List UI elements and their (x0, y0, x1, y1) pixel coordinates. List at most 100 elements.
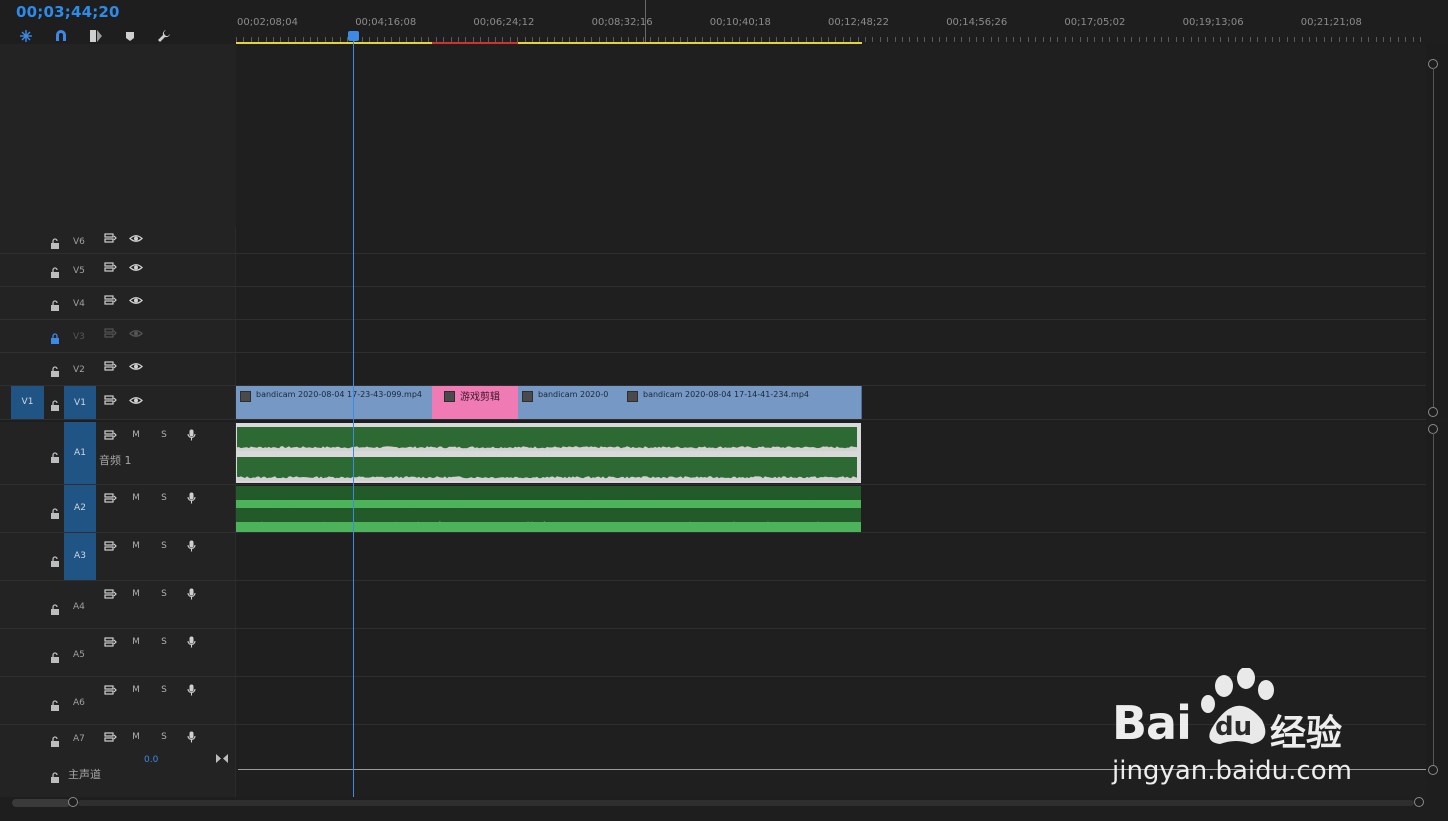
track-name[interactable]: A3 (64, 533, 96, 580)
track-lane[interactable] (236, 287, 1426, 319)
track-name[interactable]: V3 (73, 332, 85, 342)
track-name[interactable]: A1 (64, 422, 96, 484)
source-patch-v1[interactable]: V1 (11, 386, 44, 419)
sync-lock-icon[interactable] (103, 731, 117, 743)
microphone-icon[interactable] (184, 429, 198, 441)
track-lane[interactable] (236, 581, 1426, 628)
marker-icon[interactable] (122, 28, 138, 44)
sync-lock-icon[interactable] (103, 327, 117, 339)
mute-button[interactable]: M (127, 541, 145, 551)
eye-icon[interactable] (129, 294, 143, 306)
playhead-handle[interactable] (348, 31, 359, 41)
track-name[interactable]: V2 (73, 365, 85, 375)
mute-button[interactable]: M (127, 732, 145, 742)
sync-lock-icon[interactable] (103, 588, 117, 600)
video-clip[interactable]: bandicam 2020-0 (518, 386, 624, 419)
track-lane[interactable] (236, 485, 1426, 532)
lock-icon[interactable] (50, 234, 60, 249)
master-volume-value[interactable]: 0.0 (144, 755, 158, 765)
solo-button[interactable]: S (155, 589, 173, 599)
microphone-icon[interactable] (184, 540, 198, 552)
mute-button[interactable]: M (127, 637, 145, 647)
eye-icon[interactable] (129, 360, 143, 372)
track-lane[interactable] (236, 228, 1426, 253)
lock-icon[interactable] (50, 263, 60, 278)
solo-button[interactable]: S (155, 430, 173, 440)
eye-icon[interactable] (129, 232, 143, 244)
microphone-icon[interactable] (184, 492, 198, 504)
track-name[interactable]: V5 (73, 266, 85, 276)
time-ruler[interactable]: 00;02;08;04 00;04;16;08 00;06;24;12 00;08;3… (236, 0, 1426, 45)
track-lane[interactable] (236, 353, 1426, 385)
lock-icon[interactable] (50, 362, 60, 377)
track-name[interactable]: V6 (73, 237, 85, 247)
mute-button[interactable]: M (127, 685, 145, 695)
microphone-icon[interactable] (184, 588, 198, 600)
zoom-knob-right[interactable] (1414, 797, 1424, 807)
lock-icon[interactable] (50, 768, 60, 783)
audio-clip-a1[interactable] (236, 423, 861, 483)
video-clip[interactable]: bandicam 2020-08-04 17-14-41-234.mp4 (623, 386, 862, 419)
sync-lock-icon[interactable] (103, 429, 117, 441)
eye-icon[interactable] (129, 327, 143, 339)
mute-button[interactable]: M (127, 589, 145, 599)
lock-icon[interactable] (50, 296, 60, 311)
sync-lock-icon[interactable] (103, 261, 117, 273)
snap-icon[interactable] (18, 28, 34, 44)
lock-icon[interactable] (50, 504, 60, 519)
solo-button[interactable]: S (155, 637, 173, 647)
magnet-icon[interactable] (53, 28, 69, 44)
scroll-knob-bottom[interactable] (1428, 407, 1438, 417)
sync-lock-icon[interactable] (103, 540, 117, 552)
track-lane[interactable] (236, 533, 1426, 580)
lock-icon[interactable] (50, 600, 60, 615)
lock-icon[interactable] (50, 696, 60, 711)
lock-icon[interactable] (50, 396, 60, 411)
track-lane[interactable] (236, 254, 1426, 286)
track-name[interactable]: V4 (73, 299, 85, 309)
audio-vertical-scrollbar[interactable] (1426, 422, 1448, 780)
zoom-knob-left[interactable] (68, 797, 78, 807)
track-name[interactable]: A5 (73, 650, 85, 660)
microphone-icon[interactable] (184, 684, 198, 696)
lock-closed-icon[interactable] (50, 329, 60, 344)
horizontal-scrollbar[interactable] (12, 797, 1424, 809)
sync-lock-icon[interactable] (103, 232, 117, 244)
video-vertical-scrollbar[interactable] (1426, 44, 1448, 418)
sync-lock-icon[interactable] (103, 294, 117, 306)
lock-icon[interactable] (50, 648, 60, 663)
sync-lock-icon[interactable] (103, 394, 117, 406)
sync-lock-icon[interactable] (103, 492, 117, 504)
linked-selection-icon[interactable] (88, 28, 104, 44)
horizontal-scroll-thumb[interactable] (78, 800, 1414, 806)
playhead-timecode[interactable]: 00;03;44;20 (16, 3, 120, 21)
lock-icon[interactable] (50, 552, 60, 567)
sync-lock-icon[interactable] (103, 636, 117, 648)
track-name[interactable]: A7 (73, 734, 85, 744)
lock-icon[interactable] (50, 732, 60, 747)
video-clip[interactable]: 游戏剪辑 (432, 386, 519, 419)
mute-button[interactable]: M (127, 430, 145, 440)
video-clip[interactable]: bandicam 2020-08-04 17-23-43-099.mp4 (236, 386, 433, 419)
track-name[interactable]: A4 (73, 602, 85, 612)
eye-icon[interactable] (129, 394, 143, 406)
solo-button[interactable]: S (155, 732, 173, 742)
sync-lock-icon[interactable] (103, 684, 117, 696)
track-lane[interactable]: bandicam 2020-08-04 17-23-43-099.mp4 游戏剪辑… (236, 386, 1426, 419)
track-name[interactable]: A2 (64, 485, 96, 532)
microphone-icon[interactable] (184, 731, 198, 743)
track-lane[interactable] (236, 320, 1426, 352)
lock-icon[interactable] (50, 448, 60, 463)
microphone-icon[interactable] (184, 636, 198, 648)
sync-lock-icon[interactable] (103, 360, 117, 372)
solo-button[interactable]: S (155, 685, 173, 695)
mute-button[interactable]: M (127, 493, 145, 503)
track-name[interactable]: A6 (73, 698, 85, 708)
solo-button[interactable]: S (155, 493, 173, 503)
wrench-icon[interactable] (156, 28, 172, 44)
audio-clip-a2[interactable] (236, 486, 861, 532)
track-lane[interactable] (236, 422, 1426, 484)
track-name[interactable]: V1 (64, 386, 96, 419)
eye-icon[interactable] (129, 261, 143, 273)
scroll-knob-bottom[interactable] (1428, 765, 1438, 775)
